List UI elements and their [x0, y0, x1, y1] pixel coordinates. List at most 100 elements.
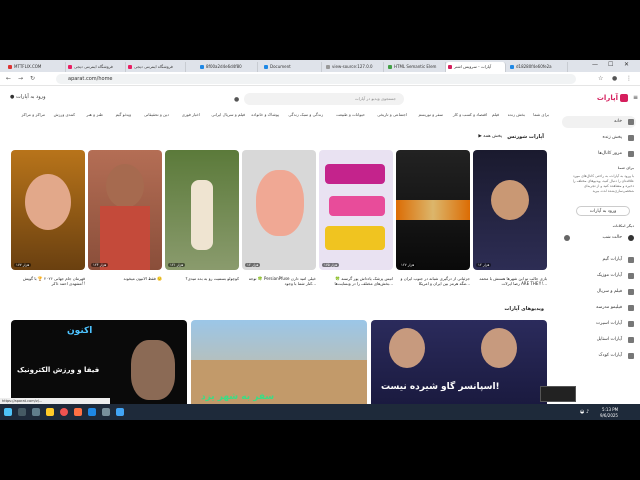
browser-tab-active[interactable]: آپارات - سرویس اشتر: [446, 62, 506, 72]
app-icon[interactable]: [116, 408, 124, 416]
dark-mode-label: حالت شب: [602, 235, 622, 240]
sidebar-link[interactable]: آپارات کودک: [562, 350, 636, 362]
sidebar-link-label: آپارات موزیک: [596, 273, 622, 278]
browser-tab[interactable]: view-source:127.0.0: [324, 62, 384, 72]
clock-time[interactable]: 5:13 PM: [602, 407, 618, 412]
short-caption[interactable]: فقط الانیون میخوند 🙂: [88, 276, 162, 286]
sidebar-link[interactable]: آپارات گیم: [562, 254, 636, 266]
thumbnail-candy: [325, 226, 385, 250]
sidebar-item-live[interactable]: پخش زنده: [562, 132, 636, 144]
chrome-icon[interactable]: [60, 408, 68, 416]
tray-icons[interactable]: ◒ ♪: [580, 409, 589, 415]
logo-icon: [620, 94, 628, 102]
bookmark-star-icon[interactable]: ☆: [598, 75, 603, 82]
app-icon[interactable]: [74, 408, 82, 416]
browser-tab[interactable]: فروشگاه اینترنتی دیجی: [126, 62, 186, 72]
short-thumbnail[interactable]: ۱۷۵ هزار: [319, 150, 393, 270]
menu-icon[interactable]: ⋮: [626, 75, 632, 82]
short-thumbnail[interactable]: ۱۷۷ هزار: [11, 150, 85, 270]
category-chip[interactable]: بخش زنده: [508, 112, 525, 117]
reload-icon[interactable]: ↻: [30, 75, 35, 82]
maximize-icon[interactable]: ☐: [608, 61, 613, 68]
search-icon[interactable]: [18, 408, 26, 416]
category-chip[interactable]: فیلم و سریال ایرانی: [211, 112, 245, 117]
browser-tab[interactable]: فروشگاه اینترنتی دیجی: [66, 62, 126, 72]
tab-favicon-icon: [264, 65, 268, 69]
play-all-button[interactable]: ▶ پخش همه: [478, 134, 502, 139]
task-view-icon[interactable]: [32, 408, 40, 416]
sidebar-link[interactable]: آپارات استایل: [562, 334, 636, 346]
category-chip[interactable]: فیلم: [492, 112, 499, 117]
category-chip[interactable]: سفر و توریسم: [418, 112, 443, 117]
sidebar-link[interactable]: فیلیمو مدرسه: [562, 302, 636, 314]
short-thumbnail[interactable]: ۱۲۱ هزار: [165, 150, 239, 270]
short-caption[interactable]: قهرمان جام جهانی ۲۰۲۶ 🏆 با گویش مشهدی اح…: [11, 276, 85, 286]
tab-label: d18280f4e60fe2a: [516, 64, 552, 69]
sidebar-item-home[interactable]: خانه: [562, 116, 636, 128]
close-icon[interactable]: ✕: [624, 61, 629, 68]
category-chip[interactable]: پوشاک و خانواده: [251, 112, 279, 117]
short-caption[interactable]: جزئیاتی از درگیری شبانه در جنوب ایران و …: [396, 276, 470, 286]
views-count: ۱۲۴ هزار: [91, 263, 109, 267]
short-thumbnail[interactable]: ۱۲۴ هزار: [88, 150, 162, 270]
address-bar: ← → ↻ aparat.com/home ☆ ● ⋮: [0, 72, 640, 86]
short-caption[interactable]: انیس پزشک یادداش پور گرسنه 🍀 بخش‌های مخت…: [319, 276, 393, 286]
dark-mode-toggle[interactable]: حالت شب: [562, 232, 636, 244]
forward-icon[interactable]: →: [18, 75, 23, 82]
browser-tab-bar: MTTFLIX.COM فروشگاه اینترنتی دیجی فروشگا…: [0, 60, 640, 72]
category-chip[interactable]: ویدئو گیم: [116, 112, 131, 117]
category-chip[interactable]: دین و تحقیقاتی: [144, 112, 169, 117]
short-caption[interactable]: توجه 🍀 PersianPfuse خیلی امید دارن کنار …: [242, 276, 316, 286]
short-thumbnail[interactable]: ۱۲ هزار: [473, 150, 547, 270]
desktop-screen: MTTFLIX.COM فروشگاه اینترنتی دیجی فروشگا…: [0, 60, 640, 420]
hamburger-menu-icon[interactable]: ≡: [633, 94, 638, 101]
clock-date[interactable]: 9/6/2025: [600, 413, 618, 418]
category-chip[interactable]: زندگی و سبک زندگی: [288, 112, 323, 117]
sidebar-link[interactable]: فیلم و سریال: [562, 286, 636, 298]
category-chip[interactable]: اقتصاد و کسب و کار: [453, 112, 487, 117]
file-explorer-icon[interactable]: [46, 408, 54, 416]
sidebar-link[interactable]: آپارات اسپرت: [562, 318, 636, 330]
search-input[interactable]: جستجوی ویدیو در آپارات: [244, 93, 404, 105]
short-thumbnail[interactable]: ۱۲۷ هزار: [396, 150, 470, 270]
category-chip[interactable]: اجتماعی و تاریخی: [377, 112, 407, 117]
tab-favicon-icon: [510, 65, 514, 69]
short-caption[interactable]: بازی جالب تو این شهرها هستش با محمد رضا …: [473, 276, 547, 286]
url-text: aparat.com/home: [68, 76, 113, 82]
live-icon: [628, 135, 634, 141]
category-chip[interactable]: حیوانات و طبیعت: [336, 112, 365, 117]
sidebar-item-channels[interactable]: مرور کانال‌ها: [562, 148, 636, 160]
url-input[interactable]: aparat.com/home: [56, 74, 576, 84]
category-chip[interactable]: طنز و هنر: [86, 112, 103, 117]
category-chip[interactable]: برای شما: [533, 112, 549, 117]
vscode-icon[interactable]: [88, 408, 96, 416]
thumbnail-candy: [329, 196, 385, 216]
school-icon: [628, 305, 634, 311]
profile-icon[interactable]: ●: [612, 75, 617, 82]
browser-tab[interactable]: Document: [262, 62, 322, 72]
thumbnail-text: سفر به شهر یزد: [201, 392, 275, 402]
sidebar-link[interactable]: آپارات موزیک: [562, 270, 636, 282]
browser-tab[interactable]: d18280f4e60fe2a: [508, 62, 568, 72]
short-thumbnail[interactable]: ۱۲ هزار: [242, 150, 316, 270]
tab-favicon-icon: [448, 65, 452, 69]
browser-tab[interactable]: 8f00a2d4e6d4f80: [198, 62, 258, 72]
minimize-icon[interactable]: —: [592, 61, 598, 68]
header-login-button[interactable]: ● ورود به آپارات: [10, 94, 46, 100]
category-chip[interactable]: مراکز و مراکز: [21, 112, 45, 117]
back-icon[interactable]: ←: [6, 75, 11, 82]
videos-section-title: ویدیوهای آپارات: [504, 306, 544, 312]
app-icon[interactable]: [102, 408, 110, 416]
category-chip[interactable]: کمدی ورزش: [54, 112, 75, 117]
browser-tab[interactable]: MTTFLIX.COM: [6, 62, 66, 72]
toggle-switch[interactable]: [564, 235, 570, 241]
category-chip[interactable]: اخبار فوری: [182, 112, 200, 117]
microphone-icon[interactable]: ●: [234, 96, 239, 103]
logo-text[interactable]: آپارات: [597, 94, 618, 102]
sidebar-login-button[interactable]: ورود به آپارات: [576, 206, 630, 216]
browser-tab[interactable]: HTML Semantic Elem: [386, 62, 446, 72]
tab-favicon-icon: [326, 65, 330, 69]
start-icon[interactable]: [4, 408, 12, 416]
login-label: ورود به آپارات: [15, 94, 46, 100]
short-caption[interactable]: کوچولو بستنیت رو به بده میدی؟: [165, 276, 239, 286]
